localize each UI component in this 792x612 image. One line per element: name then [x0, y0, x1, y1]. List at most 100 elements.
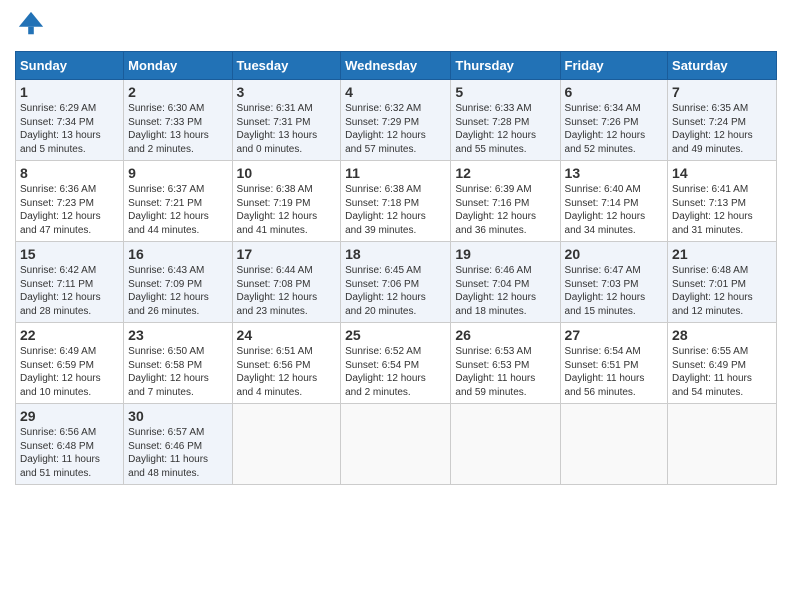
- day-info: Sunrise: 6:34 AM Sunset: 7:26 PM Dayligh…: [565, 103, 646, 155]
- day-number: 24: [237, 327, 337, 343]
- calendar-day-cell: 21 Sunrise: 6:48 AM Sunset: 7:01 PM Dayli…: [668, 242, 777, 323]
- day-number: 6: [565, 84, 664, 100]
- calendar-day-cell: 19 Sunrise: 6:46 AM Sunset: 7:04 PM Dayli…: [451, 242, 560, 323]
- header: [15, 10, 777, 43]
- calendar-day-cell: 24 Sunrise: 6:51 AM Sunset: 6:56 PM Dayli…: [232, 323, 341, 404]
- day-info: Sunrise: 6:48 AM Sunset: 7:01 PM Dayligh…: [672, 265, 753, 317]
- calendar-day-cell: 1 Sunrise: 6:29 AM Sunset: 7:34 PM Daylig…: [16, 80, 124, 161]
- day-info: Sunrise: 6:53 AM Sunset: 6:53 PM Dayligh…: [455, 346, 535, 398]
- calendar-day-cell: 17Sunrise: 6:44 AM Sunset: 7:08 PM Dayli…: [232, 242, 341, 323]
- col-header-thursday: Thursday: [451, 52, 560, 80]
- calendar-header-row: SundayMondayTuesdayWednesdayThursdayFrid…: [16, 52, 777, 80]
- col-header-sunday: Sunday: [16, 52, 124, 80]
- day-number: 21: [672, 246, 772, 262]
- day-number: 7: [672, 84, 772, 100]
- calendar-day-cell: 7 Sunrise: 6:35 AM Sunset: 7:24 PM Daylig…: [668, 80, 777, 161]
- day-info: Sunrise: 6:33 AM Sunset: 7:28 PM Dayligh…: [455, 103, 536, 155]
- day-number: 23: [128, 327, 227, 343]
- empty-cell: [451, 404, 560, 485]
- day-info: Sunrise: 6:31 AM Sunset: 7:31 PM Dayligh…: [237, 103, 318, 155]
- day-info: Sunrise: 6:45 AM Sunset: 7:06 PM Dayligh…: [345, 265, 426, 317]
- calendar-day-cell: 22 Sunrise: 6:49 AM Sunset: 6:59 PM Dayli…: [16, 323, 124, 404]
- day-number: 14: [672, 165, 772, 181]
- day-number: 3: [237, 84, 337, 100]
- day-info: Sunrise: 6:49 AM Sunset: 6:59 PM Dayligh…: [20, 346, 101, 398]
- empty-cell: [668, 404, 777, 485]
- calendar-day-cell: 14 Sunrise: 6:41 AM Sunset: 7:13 PM Dayli…: [668, 161, 777, 242]
- day-number: 8: [20, 165, 119, 181]
- day-info: Sunrise: 6:44 AM Sunset: 7:08 PM Dayligh…: [237, 265, 318, 317]
- col-header-friday: Friday: [560, 52, 668, 80]
- day-number: 30: [128, 408, 227, 424]
- calendar-table: SundayMondayTuesdayWednesdayThursdayFrid…: [15, 51, 777, 485]
- calendar-day-cell: 5 Sunrise: 6:33 AM Sunset: 7:28 PM Daylig…: [451, 80, 560, 161]
- day-info: Sunrise: 6:56 AM Sunset: 6:48 PM Dayligh…: [20, 427, 100, 479]
- calendar-day-cell: 8 Sunrise: 6:36 AM Sunset: 7:23 PM Daylig…: [16, 161, 124, 242]
- calendar-day-cell: 18 Sunrise: 6:45 AM Sunset: 7:06 PM Dayli…: [341, 242, 451, 323]
- day-info: Sunrise: 6:36 AM Sunset: 7:23 PM Dayligh…: [20, 184, 101, 236]
- day-number: 9: [128, 165, 227, 181]
- day-number: 4: [345, 84, 446, 100]
- calendar-day-cell: 2Sunrise: 6:30 AM Sunset: 7:33 PM Daylig…: [124, 80, 232, 161]
- day-info: Sunrise: 6:42 AM Sunset: 7:11 PM Dayligh…: [20, 265, 101, 317]
- calendar-day-cell: 15 Sunrise: 6:42 AM Sunset: 7:11 PM Dayli…: [16, 242, 124, 323]
- col-header-tuesday: Tuesday: [232, 52, 341, 80]
- day-info: Sunrise: 6:29 AM Sunset: 7:34 PM Dayligh…: [20, 103, 101, 155]
- calendar-day-cell: 10 Sunrise: 6:38 AM Sunset: 7:19 PM Dayli…: [232, 161, 341, 242]
- day-number: 15: [20, 246, 119, 262]
- col-header-monday: Monday: [124, 52, 232, 80]
- day-number: 29: [20, 408, 119, 424]
- logo-icon: [17, 10, 45, 38]
- calendar-day-cell: 6 Sunrise: 6:34 AM Sunset: 7:26 PM Daylig…: [560, 80, 668, 161]
- day-info: Sunrise: 6:47 AM Sunset: 7:03 PM Dayligh…: [565, 265, 646, 317]
- calendar-day-cell: 12 Sunrise: 6:39 AM Sunset: 7:16 PM Dayli…: [451, 161, 560, 242]
- day-number: 25: [345, 327, 446, 343]
- calendar-week-row: 22 Sunrise: 6:49 AM Sunset: 6:59 PM Dayli…: [16, 323, 777, 404]
- day-info: Sunrise: 6:37 AM Sunset: 7:21 PM Dayligh…: [128, 184, 209, 236]
- day-number: 19: [455, 246, 555, 262]
- day-number: 13: [565, 165, 664, 181]
- day-info: Sunrise: 6:38 AM Sunset: 7:19 PM Dayligh…: [237, 184, 318, 236]
- day-number: 10: [237, 165, 337, 181]
- day-info: Sunrise: 6:32 AM Sunset: 7:29 PM Dayligh…: [345, 103, 426, 155]
- calendar-week-row: 1 Sunrise: 6:29 AM Sunset: 7:34 PM Daylig…: [16, 80, 777, 161]
- day-info: Sunrise: 6:35 AM Sunset: 7:24 PM Dayligh…: [672, 103, 753, 155]
- calendar-day-cell: 30 Sunrise: 6:57 AM Sunset: 6:46 PM Dayli…: [124, 404, 232, 485]
- day-number: 26: [455, 327, 555, 343]
- calendar-day-cell: 4 Sunrise: 6:32 AM Sunset: 7:29 PM Daylig…: [341, 80, 451, 161]
- day-number: 16: [128, 246, 227, 262]
- col-header-wednesday: Wednesday: [341, 52, 451, 80]
- calendar-day-cell: 13 Sunrise: 6:40 AM Sunset: 7:14 PM Dayli…: [560, 161, 668, 242]
- day-number: 12: [455, 165, 555, 181]
- calendar-day-cell: 23 Sunrise: 6:50 AM Sunset: 6:58 PM Dayli…: [124, 323, 232, 404]
- day-number: 1: [20, 84, 119, 100]
- day-info: Sunrise: 6:57 AM Sunset: 6:46 PM Dayligh…: [128, 427, 208, 479]
- calendar-day-cell: 26 Sunrise: 6:53 AM Sunset: 6:53 PM Dayli…: [451, 323, 560, 404]
- day-info: Sunrise: 6:38 AM Sunset: 7:18 PM Dayligh…: [345, 184, 426, 236]
- day-info: Sunrise: 6:50 AM Sunset: 6:58 PM Dayligh…: [128, 346, 209, 398]
- day-number: 11: [345, 165, 446, 181]
- calendar-day-cell: 16 Sunrise: 6:43 AM Sunset: 7:09 PM Dayli…: [124, 242, 232, 323]
- calendar-day-cell: 3 Sunrise: 6:31 AM Sunset: 7:31 PM Daylig…: [232, 80, 341, 161]
- day-info: Sunrise: 6:46 AM Sunset: 7:04 PM Dayligh…: [455, 265, 536, 317]
- day-info: Sunrise: 6:43 AM Sunset: 7:09 PM Dayligh…: [128, 265, 209, 317]
- day-number: 18: [345, 246, 446, 262]
- day-info: Sunrise: 6:54 AM Sunset: 6:51 PM Dayligh…: [565, 346, 645, 398]
- col-header-saturday: Saturday: [668, 52, 777, 80]
- empty-cell: [560, 404, 668, 485]
- calendar-day-cell: 20 Sunrise: 6:47 AM Sunset: 7:03 PM Dayli…: [560, 242, 668, 323]
- calendar-week-row: 8 Sunrise: 6:36 AM Sunset: 7:23 PM Daylig…: [16, 161, 777, 242]
- day-info: Sunrise: 6:39 AM Sunset: 7:16 PM Dayligh…: [455, 184, 536, 236]
- calendar-day-cell: 28Sunrise: 6:55 AM Sunset: 6:49 PM Dayli…: [668, 323, 777, 404]
- day-info: Sunrise: 6:41 AM Sunset: 7:13 PM Dayligh…: [672, 184, 753, 236]
- calendar-day-cell: 29 Sunrise: 6:56 AM Sunset: 6:48 PM Dayli…: [16, 404, 124, 485]
- day-number: 5: [455, 84, 555, 100]
- calendar-day-cell: 27 Sunrise: 6:54 AM Sunset: 6:51 PM Dayli…: [560, 323, 668, 404]
- day-number: 22: [20, 327, 119, 343]
- calendar-day-cell: 25Sunrise: 6:52 AM Sunset: 6:54 PM Dayli…: [341, 323, 451, 404]
- calendar-week-row: 15 Sunrise: 6:42 AM Sunset: 7:11 PM Dayli…: [16, 242, 777, 323]
- day-info: Sunrise: 6:40 AM Sunset: 7:14 PM Dayligh…: [565, 184, 646, 236]
- day-number: 27: [565, 327, 664, 343]
- day-info: Sunrise: 6:51 AM Sunset: 6:56 PM Dayligh…: [237, 346, 318, 398]
- day-number: 20: [565, 246, 664, 262]
